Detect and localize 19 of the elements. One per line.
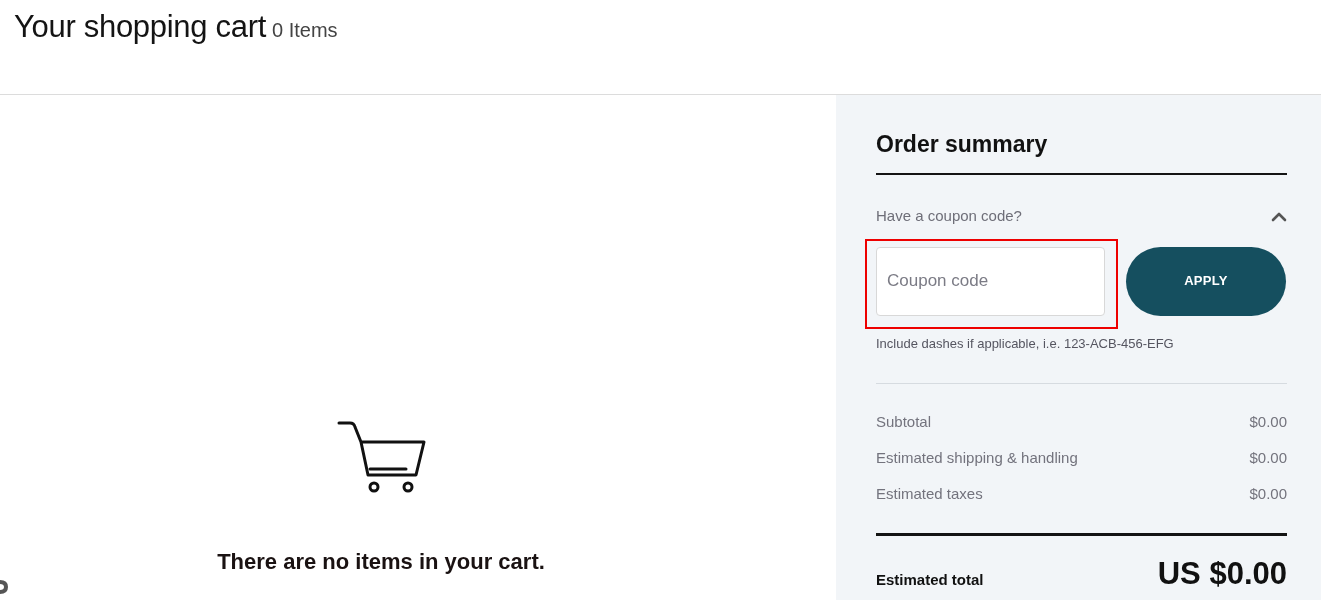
total-amount: US $0.00 [1157, 558, 1287, 591]
total-label: Estimated total [876, 570, 984, 591]
page-title: Your shopping cart [14, 8, 266, 46]
coupon-toggle-link[interactable]: Have a coupon code? [876, 205, 1022, 228]
summary-line-label: Estimated taxes [876, 484, 983, 505]
shopping-cart-icon [336, 420, 426, 493]
order-summary-title: Order summary [876, 131, 1287, 175]
summary-line-amount: $0.00 [1249, 412, 1287, 433]
coupon-code-field[interactable]: Coupon code [876, 246, 1105, 316]
summary-line-amount: $0.00 [1249, 448, 1287, 469]
summary-line-amount: $0.00 [1249, 484, 1287, 505]
summary-line-label: Subtotal [876, 412, 932, 433]
coupon-hint: Include dashes if applicable, i.e. 123-ACB-456-EFG [876, 334, 1175, 353]
item-count: 0 Items [272, 18, 338, 43]
chevron-icon[interactable] [1271, 211, 1287, 222]
partial-ring-icon [0, 578, 8, 596]
empty-cart-message: There are no items in your cart. [217, 548, 545, 576]
apply-button[interactable]: APPLY [1126, 246, 1286, 316]
summary-line-label: Estimated shipping & handling [876, 448, 1078, 469]
